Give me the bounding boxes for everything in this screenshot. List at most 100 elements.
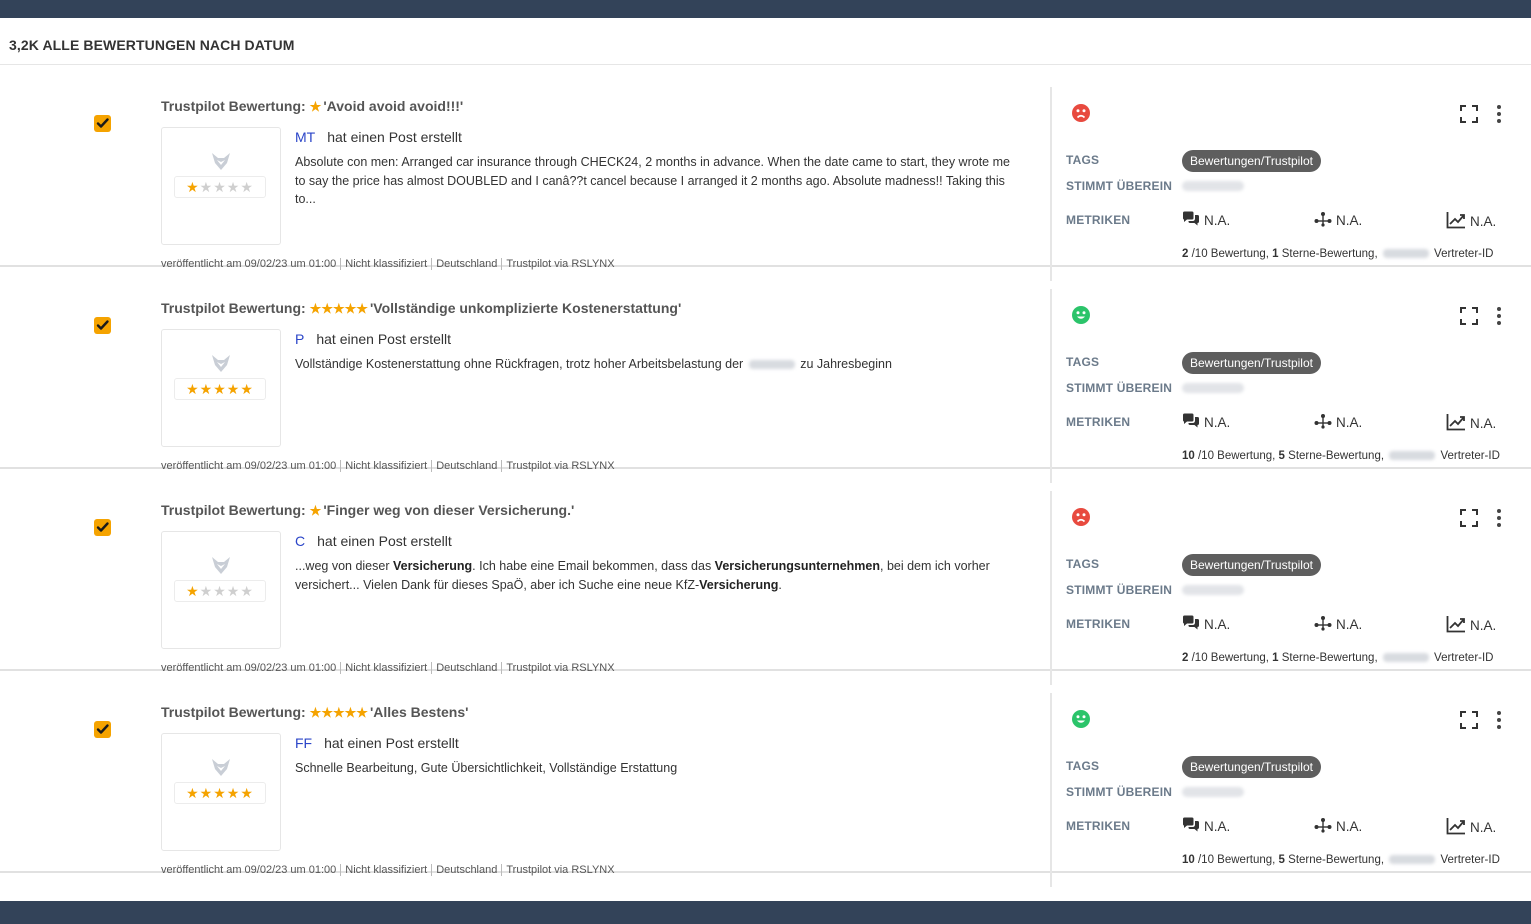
thumbnail-rating: ★★★★★ xyxy=(174,378,266,400)
rating-stars-filled: ★ xyxy=(186,583,200,599)
top-bar xyxy=(0,0,1531,18)
trend-chart-icon xyxy=(1446,615,1470,636)
review-source-label: Trustpilot Bewertung: xyxy=(161,300,306,316)
review-card[interactable]: Trustpilot Bewertung: ★ 'Finger weg von di… xyxy=(0,469,1531,685)
review-quote: 'Vollständige unkomplizierte Kostenersta… xyxy=(369,300,682,316)
rating-stars-empty: ★★★★ xyxy=(199,583,254,599)
tag-pill[interactable]: Bewertungen/Trustpilot xyxy=(1182,554,1321,576)
agent-id-label: Vertreter-ID xyxy=(1434,652,1494,664)
select-checkbox[interactable] xyxy=(94,519,111,536)
shares-value: N.A. xyxy=(1336,617,1363,632)
sentiment-negative-icon[interactable] xyxy=(1072,104,1090,122)
trend-value: N.A. xyxy=(1470,820,1497,835)
metriken-label: METRIKEN xyxy=(1066,819,1131,833)
meta-item[interactable]: Trustpilot via RSLYNX xyxy=(501,864,619,876)
rating-stars-filled: ★ xyxy=(186,179,200,195)
author-initials[interactable]: C xyxy=(295,533,305,549)
author-line: MT hat einen Post erstellt xyxy=(295,129,462,145)
review-thumbnail[interactable]: ★★★★★ xyxy=(161,531,281,649)
select-checkbox[interactable] xyxy=(94,115,111,132)
share-network-icon xyxy=(1314,413,1336,432)
tag-pill[interactable]: Bewertungen/Trustpilot xyxy=(1182,352,1321,374)
comments-metric: N.A. xyxy=(1182,211,1230,230)
highlight-keyword: Versicherung xyxy=(392,559,473,573)
trend-metric: N.A. xyxy=(1446,817,1496,838)
meta-item[interactable]: Deutschland xyxy=(431,864,502,876)
select-checkbox[interactable] xyxy=(94,721,111,738)
review-thumbnail[interactable]: ★★★★★ xyxy=(161,127,281,245)
metriken-label: METRIKEN xyxy=(1066,617,1131,631)
sentiment-positive-icon[interactable] xyxy=(1072,306,1090,324)
more-options-icon[interactable] xyxy=(1497,509,1503,530)
comments-value: N.A. xyxy=(1204,617,1231,632)
score-suffix: /10 Bewertung, xyxy=(1188,652,1273,664)
expand-icon[interactable] xyxy=(1459,508,1479,533)
metriken-label: METRIKEN xyxy=(1066,213,1131,227)
stars-suffix: Sterne-Bewertung, xyxy=(1278,248,1381,260)
score-suffix: /10 Bewertung, xyxy=(1194,450,1279,462)
comments-metric: N.A. xyxy=(1182,615,1230,634)
body-text: Vollständige Kostenerstattung ohne Rückf… xyxy=(295,357,744,371)
review-card[interactable]: Trustpilot Bewertung: ★ 'Avoid avoid avoid… xyxy=(0,65,1531,281)
stimmt-ueberein-label: STIMMT ÜBEREIN xyxy=(1066,583,1173,597)
review-card[interactable]: Trustpilot Bewertung: ★★★★★ 'Vollständige … xyxy=(0,267,1531,483)
post-action-label: hat einen Post erstellt xyxy=(324,735,459,751)
trend-value: N.A. xyxy=(1470,618,1497,633)
share-network-icon xyxy=(1314,817,1336,836)
select-checkbox[interactable] xyxy=(94,317,111,334)
thumbnail-rating: ★★★★★ xyxy=(174,782,266,804)
review-card[interactable]: Trustpilot Bewertung: ★★★★★ 'Alles Bestens… xyxy=(0,671,1531,887)
trend-metric: N.A. xyxy=(1446,413,1496,434)
thumbnail-rating: ★★★★★ xyxy=(174,580,266,602)
score-value: 10 xyxy=(1182,854,1195,866)
agent-id-label: Vertreter-ID xyxy=(1434,248,1494,260)
review-title[interactable]: Trustpilot Bewertung: ★ 'Finger weg von di… xyxy=(161,502,574,519)
meta-item: veröffentlicht am 09/02/23 um 01:00 xyxy=(161,864,337,876)
redacted-agent-id xyxy=(1389,451,1436,461)
tag-pill[interactable]: Bewertungen/Trustpilot xyxy=(1182,756,1321,778)
expand-icon[interactable] xyxy=(1459,710,1479,735)
review-source-label: Trustpilot Bewertung: xyxy=(161,98,306,114)
review-quote: 'Alles Bestens' xyxy=(369,704,469,720)
review-title[interactable]: Trustpilot Bewertung: ★★★★★ 'Alles Bestens… xyxy=(161,704,468,721)
body-text: Absolute con men: Arranged car insurance… xyxy=(295,155,1010,206)
rating-summary: 10 /10 Bewertung, 5 Sterne-Bewertung, Ve… xyxy=(1182,450,1500,462)
review-title[interactable]: Trustpilot Bewertung: ★ 'Avoid avoid avoid… xyxy=(161,98,463,115)
expand-icon[interactable] xyxy=(1459,306,1479,331)
bottom-bar xyxy=(0,901,1531,924)
more-options-icon[interactable] xyxy=(1497,105,1503,126)
author-initials[interactable]: FF xyxy=(295,735,312,751)
column-divider xyxy=(1050,87,1052,281)
rating-stars-filled: ★★★★★ xyxy=(186,381,254,397)
more-options-icon[interactable] xyxy=(1497,307,1503,328)
redacted-agent-id xyxy=(1389,855,1436,865)
sentiment-negative-icon[interactable] xyxy=(1072,508,1090,526)
redacted-agent-id xyxy=(1382,249,1429,259)
author-initials[interactable]: P xyxy=(295,331,304,347)
review-thumbnail[interactable]: ★★★★★ xyxy=(161,733,281,851)
trend-chart-icon xyxy=(1446,817,1470,838)
sentiment-positive-icon[interactable] xyxy=(1072,710,1090,728)
highlight-keyword: Versicherungsunternehmen xyxy=(714,559,880,573)
body-text: . Ich habe eine Email bekommen, dass das xyxy=(472,559,715,573)
trend-metric: N.A. xyxy=(1446,211,1496,232)
title-rating-stars: ★ xyxy=(309,99,322,114)
thumbnail-rating: ★★★★★ xyxy=(174,176,266,198)
more-options-icon[interactable] xyxy=(1497,711,1503,732)
comments-icon xyxy=(1182,413,1204,432)
author-initials[interactable]: MT xyxy=(295,129,315,145)
body-text: ...weg von dieser xyxy=(295,559,393,573)
share-network-icon xyxy=(1314,615,1336,634)
shares-metric: N.A. xyxy=(1314,817,1362,836)
trend-chart-icon xyxy=(1446,413,1470,434)
review-quote: 'Avoid avoid avoid!!!' xyxy=(323,98,464,114)
expand-icon[interactable] xyxy=(1459,104,1479,129)
meta-item[interactable]: Nicht klassifiziert xyxy=(340,864,432,876)
metriken-label: METRIKEN xyxy=(1066,415,1131,429)
review-title[interactable]: Trustpilot Bewertung: ★★★★★ 'Vollständige … xyxy=(161,300,681,317)
comments-icon xyxy=(1182,615,1204,634)
post-action-label: hat einen Post erstellt xyxy=(317,533,452,549)
review-thumbnail[interactable]: ★★★★★ xyxy=(161,329,281,447)
tag-pill[interactable]: Bewertungen/Trustpilot xyxy=(1182,150,1321,172)
trend-value: N.A. xyxy=(1470,214,1497,229)
